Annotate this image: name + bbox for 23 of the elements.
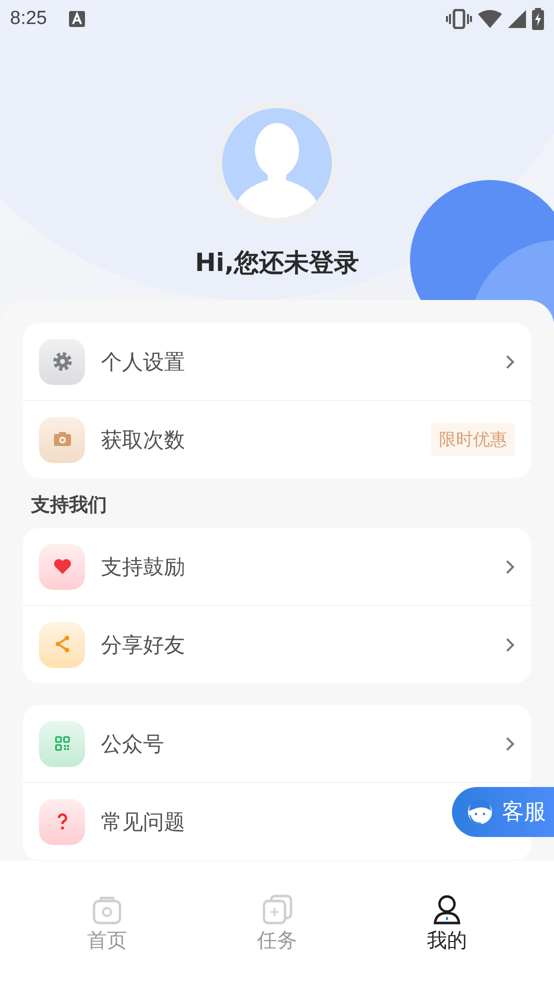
battery-icon <box>532 8 544 30</box>
tab[interactable]: 首页 <box>22 861 192 984</box>
notification-icon <box>68 11 85 27</box>
tab[interactable]: 我的 <box>362 861 532 984</box>
vibrate-icon <box>446 9 472 29</box>
menu-label: 分享好友 <box>101 632 185 658</box>
status-time: 8:25 <box>10 8 47 30</box>
section-title: 支持我们 <box>30 493 108 518</box>
wifi-icon <box>478 10 502 28</box>
menu-label: 支持鼓励 <box>101 554 185 580</box>
stacked-cards-icon <box>261 893 293 925</box>
tab[interactable]: 任务 <box>192 861 362 984</box>
signal-icon <box>508 10 526 28</box>
promo-tag: 限时优惠 <box>431 423 515 456</box>
agent-icon <box>466 797 494 827</box>
greeting: Hi,您还未登录 <box>194 247 360 279</box>
menu-label: 个人设置 <box>101 348 185 376</box>
avatar-icon[interactable] <box>222 108 332 218</box>
person-icon <box>431 893 463 925</box>
menu-label: 公众号 <box>101 730 164 758</box>
customer-service-button[interactable]: 客服 <box>452 787 554 837</box>
menu-label: 获取次数 <box>101 426 185 454</box>
menu-label: 常见问题 <box>101 808 185 836</box>
